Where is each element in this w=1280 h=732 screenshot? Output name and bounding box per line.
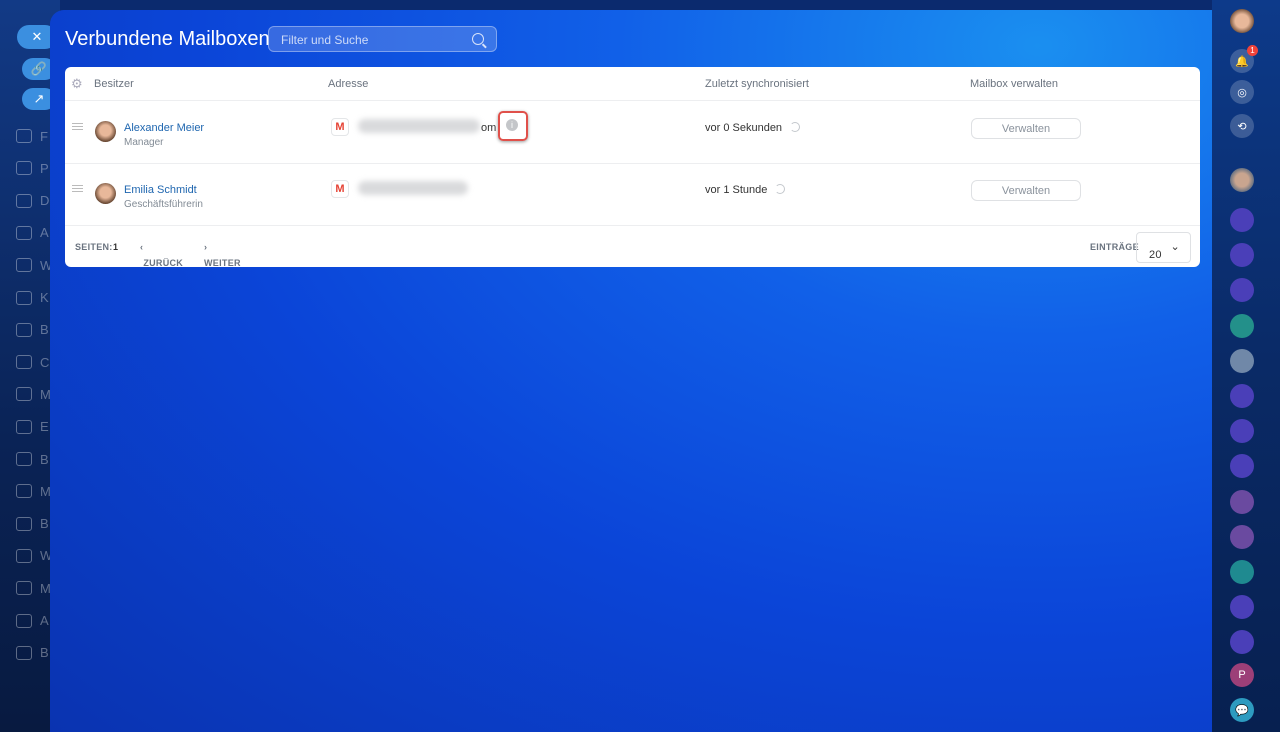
sidebar-item-label: B [40, 451, 49, 467]
manage-button[interactable]: Verwalten [971, 180, 1081, 201]
mailbox-table: ⚙ Besitzer Adresse Zuletzt synchronisier… [65, 67, 1200, 268]
chat-avatar-icon[interactable] [1230, 243, 1254, 268]
contact-avatar[interactable] [1230, 168, 1254, 192]
menu-item-icon [16, 225, 32, 240]
prev-label: ZURÜCK [143, 258, 184, 268]
menu-item-icon [16, 516, 32, 531]
sidebar-item-label: D [40, 193, 50, 209]
menu-item-icon [16, 129, 32, 143]
notification-badge: 1 [1247, 45, 1258, 56]
table-header: ⚙ Besitzer Adresse Zuletzt synchronisier… [65, 67, 1200, 101]
menu-item-icon [16, 355, 32, 370]
chat-avatar-icon[interactable] [1230, 419, 1254, 444]
sidebar-item-label: E [40, 419, 49, 435]
menu-item-icon [16, 548, 32, 563]
sidebar-item-label: K [40, 290, 49, 305]
col-manage[interactable]: Mailbox verwalten [970, 78, 1058, 90]
menu-item-icon [16, 258, 32, 273]
contact-p[interactable]: P [1230, 663, 1254, 687]
col-synced[interactable]: Zuletzt synchronisiert [705, 78, 809, 90]
address-suffix: om [481, 122, 497, 134]
next-button[interactable]: WEITER › [204, 242, 241, 268]
chevron-down-icon: ⌄ [1170, 241, 1180, 253]
gmail-icon: M [331, 180, 349, 198]
chat-avatar-icon[interactable] [1230, 489, 1254, 514]
table-row: Emilia Schmidt Geschäftsführerin M vor 1… [65, 164, 1200, 226]
sync-time: vor 0 Sekunden [705, 122, 783, 134]
owner-role: Manager [124, 137, 164, 148]
menu-item-icon [16, 581, 32, 596]
chat-avatar-icon[interactable] [1230, 278, 1254, 303]
sync-status: vor 0 Sekunden [705, 122, 801, 134]
page-title: Verbundene Mailboxen [65, 28, 270, 50]
manage-button[interactable]: Verwalten [971, 118, 1081, 139]
refresh-icon[interactable] [775, 184, 786, 194]
search-placeholder: Filter und Suche [281, 33, 369, 47]
owner-name[interactable]: Emilia Schmidt [124, 184, 197, 196]
next-label: WEITER [204, 258, 241, 268]
menu-item-icon [16, 419, 32, 434]
entries-label: EINTRÄGE [1090, 242, 1139, 252]
drag-handle-icon[interactable] [72, 123, 83, 130]
chat-avatar-icon[interactable] [1230, 595, 1254, 620]
drag-handle-icon[interactable] [72, 185, 83, 192]
sidebar-item-label: B [40, 516, 49, 532]
col-owner[interactable]: Besitzer [94, 78, 134, 90]
menu-item-icon [16, 161, 32, 176]
right-sidebar: 🔔 1 ◎ ⟲ P 💬 [1212, 0, 1280, 732]
pulse-icon[interactable]: ◎ [1230, 80, 1254, 104]
menu-item-icon [16, 322, 32, 337]
bell-icon[interactable]: 🔔 1 [1230, 45, 1258, 73]
menu-item-icon [16, 193, 32, 208]
chat-search-icon[interactable]: ⟲ [1230, 114, 1254, 138]
pages-label: SEITEN: [75, 242, 113, 252]
address-blurred [358, 181, 468, 195]
sync-time: vor 1 Stunde [705, 184, 768, 196]
chat-icon[interactable]: 💬 [1230, 698, 1254, 722]
sidebar-item-label: P [40, 160, 49, 176]
sidebar-item-label: B [40, 322, 49, 338]
chat-avatar-icon[interactable] [1230, 208, 1254, 232]
search-icon [472, 33, 484, 45]
address-blurred [358, 119, 480, 133]
chat-avatar-icon[interactable] [1230, 313, 1254, 338]
owner-role: Geschäftsführerin [124, 199, 203, 210]
settings-gear-icon[interactable]: ⚙ [71, 76, 83, 92]
avatar [95, 121, 116, 142]
table-footer: SEITEN: 1 ‹ ZURÜCK WEITER › EINTRÄGE 20 ⌄ [65, 226, 1200, 268]
chat-avatar-icon[interactable] [1230, 524, 1254, 549]
refresh-icon[interactable] [790, 122, 801, 132]
entries-value: 20 [1149, 249, 1162, 261]
sync-status: vor 1 Stunde [705, 184, 786, 196]
info-highlight: i [498, 111, 528, 141]
menu-item-icon [16, 613, 32, 628]
prev-button[interactable]: ‹ ZURÜCK [140, 242, 183, 268]
menu-item-icon [16, 387, 32, 402]
sidebar-item-label: C [40, 354, 50, 370]
current-page: 1 [113, 242, 119, 252]
menu-item-icon [16, 484, 32, 499]
chat-avatar-icon[interactable] [1230, 348, 1254, 373]
owner-name[interactable]: Alexander Meier [124, 122, 204, 134]
sidebar-item-label: F [40, 128, 48, 144]
chat-avatar-icon[interactable] [1230, 630, 1254, 655]
col-address[interactable]: Adresse [328, 78, 368, 90]
sidebar-item-label: A [40, 225, 49, 241]
chat-avatar-icon[interactable] [1230, 454, 1254, 479]
user-avatar[interactable] [1230, 9, 1254, 33]
chat-avatar-icon[interactable] [1230, 560, 1254, 584]
menu-item-icon [16, 290, 32, 305]
entries-select[interactable]: 20 ⌄ [1136, 232, 1191, 263]
mailbox-panel: Verbundene Mailboxen Filter und Suche ⚙ … [50, 10, 1212, 732]
search-input[interactable]: Filter und Suche [268, 26, 497, 52]
chat-avatar-icon[interactable] [1230, 384, 1254, 408]
menu-item-icon [16, 452, 32, 466]
table-row: Alexander Meier Manager M om i vor 0 Sek… [65, 102, 1200, 164]
sidebar-item-label: A [40, 613, 49, 628]
menu-item-icon [16, 645, 32, 660]
avatar [95, 183, 116, 204]
info-icon[interactable]: i [506, 119, 518, 131]
sidebar-item-label: B [40, 645, 49, 661]
gmail-icon: M [331, 118, 349, 136]
